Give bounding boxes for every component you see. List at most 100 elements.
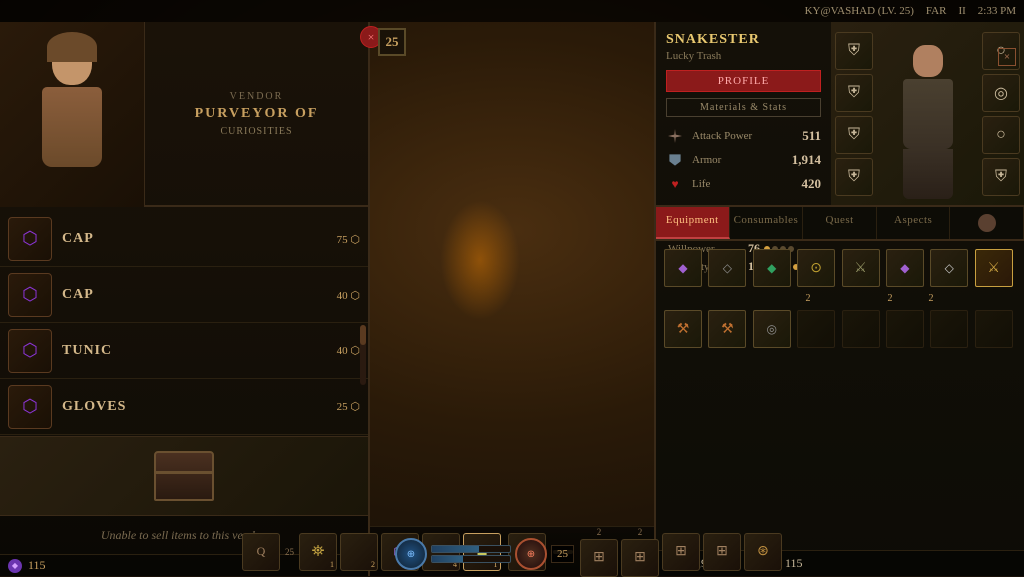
vendor-header: VENDOR PURVEYOR OF CURIOSITIES xyxy=(0,22,368,207)
char-figure xyxy=(878,45,978,205)
item-cost: 40 ⬡ xyxy=(337,286,360,304)
inventory-section: ◆ ◇ ◆ ⊙ ⚔ ◆ ◇ ⚔ 2 2 2 ⚒ ⚒ ◎ xyxy=(656,241,1024,550)
char-stats-section: SNAKESTER Lucky Trash PROFILE Materials … xyxy=(656,22,831,205)
armor-label: Armor xyxy=(692,154,784,166)
vendor-currency-value: 115 xyxy=(28,558,46,573)
inv-slot[interactable]: ⚔ xyxy=(975,249,1013,287)
action-slot-r2[interactable]: ⊞ xyxy=(621,539,659,577)
inv-slot[interactable] xyxy=(842,310,880,348)
item-icon: ⬡ xyxy=(8,273,52,317)
inv-slot[interactable] xyxy=(886,310,924,348)
scroll-indicator xyxy=(360,325,366,385)
inv-slot[interactable]: ⚒ xyxy=(708,310,746,348)
item-name: CAP xyxy=(62,287,337,303)
profile-button[interactable]: PROFILE xyxy=(666,70,821,92)
char-figure-body xyxy=(903,79,953,149)
inv-slot[interactable]: ⊙ xyxy=(797,249,835,287)
inventory-grid-row1: ◆ ◇ ◆ ⊙ ⚔ ◆ ◇ ⚔ xyxy=(664,249,1016,287)
player-info: KY@VASHAD (LV. 25) xyxy=(805,5,914,17)
armor-row: Armor 1,914 xyxy=(666,151,821,169)
inv-badges-row: 2 2 2 xyxy=(664,293,1016,304)
armor-icon xyxy=(666,151,684,169)
action-slot-r5[interactable]: ⊛ xyxy=(744,533,782,571)
tab-equipment[interactable]: Equipment xyxy=(656,207,730,239)
tab-extra-icon xyxy=(978,214,996,232)
materials-stats-button[interactable]: Materials & Stats xyxy=(666,98,821,117)
character-name: SNAKESTER xyxy=(666,32,821,48)
currency-icon: ◆ xyxy=(8,559,22,573)
life-label: Life xyxy=(692,178,794,190)
inv-slot[interactable]: ◇ xyxy=(708,249,746,287)
vendor-info: VENDOR PURVEYOR OF CURIOSITIES xyxy=(145,22,368,205)
inv-slot[interactable]: ⚔ xyxy=(842,249,880,287)
far-label: FAR xyxy=(926,5,947,17)
inv-slot[interactable]: ◆ xyxy=(886,249,924,287)
equip-slot-boots[interactable]: ⛨ xyxy=(835,158,873,196)
hud-level: 25 xyxy=(551,545,574,563)
life-icon: ♥ xyxy=(666,175,684,193)
tab-consumables[interactable]: Consumables xyxy=(730,207,804,239)
vendor-title: PURVEYOR OF xyxy=(195,106,319,122)
list-item[interactable]: ⬡ TUNIC 40 ⬡ xyxy=(0,323,368,379)
char-figure-legs xyxy=(903,149,953,199)
action-slot-2[interactable]: 2 xyxy=(340,533,378,571)
vendor-portrait xyxy=(0,22,145,207)
item-icon: ⬡ xyxy=(8,217,52,261)
vendor-panel: × VENDOR PURVEYOR OF CURIOSITIES ⬡ CAP 7… xyxy=(0,22,370,576)
inv-slot[interactable] xyxy=(930,310,968,348)
char-tabs: Equipment Consumables Quest Aspects xyxy=(656,207,1024,241)
attack-power-icon xyxy=(666,127,684,145)
char-portrait: ⛨ ⛨ ⛨ ⛨ ○ ◎ ○ ⛨ xyxy=(831,22,1024,205)
tab-quest[interactable]: Quest xyxy=(803,207,877,239)
character-panel: × SNAKESTER Lucky Trash PROFILE Material… xyxy=(654,22,1024,576)
chest-visual xyxy=(154,451,214,501)
vendor-head xyxy=(52,40,92,85)
tab-aspects[interactable]: Aspects xyxy=(877,207,951,239)
char-header: SNAKESTER Lucky Trash PROFILE Materials … xyxy=(656,22,1024,207)
item-cost: 75 ⬡ xyxy=(337,230,360,248)
bars-indicator: II xyxy=(958,5,965,17)
action-slot-q[interactable]: Q xyxy=(242,533,280,571)
inv-slot[interactable]: ◆ xyxy=(664,249,702,287)
list-item[interactable]: ⬡ CAP 40 ⬡ xyxy=(0,267,368,323)
equip-slot-helmet[interactable]: ⛨ xyxy=(835,32,873,70)
inv-slot[interactable]: ⚒ xyxy=(664,310,702,348)
action-slot-r1[interactable]: ⊞ xyxy=(580,539,618,577)
mana-orb: ⊕ xyxy=(515,538,547,570)
inv-slot[interactable] xyxy=(797,310,835,348)
equip-slot-chest[interactable]: ⛨ xyxy=(835,74,873,112)
scroll-thumb xyxy=(360,325,366,345)
equip-slot-amulet[interactable]: ◎ xyxy=(982,74,1020,112)
inv-slot[interactable]: ◆ xyxy=(753,249,791,287)
list-item[interactable]: ⬡ CAP 75 ⬡ xyxy=(0,211,368,267)
item-cost: 40 ⬡ xyxy=(337,344,360,357)
list-item[interactable]: ⬡ GLOVES 25 ⬡ xyxy=(0,379,368,435)
time-display: 2:33 PM xyxy=(978,5,1016,17)
vendor-figure xyxy=(27,40,117,190)
character-title: Lucky Trash xyxy=(666,50,821,62)
inventory-grid-row2: ⚒ ⚒ ◎ xyxy=(664,310,1016,348)
life-value: 420 xyxy=(802,176,822,192)
top-bar: KY@VASHAD (LV. 25) FAR II 2:33 PM xyxy=(0,0,1024,22)
char-close-button[interactable]: × xyxy=(998,48,1016,66)
tab-extra[interactable] xyxy=(950,207,1024,239)
shards-amount: 115 xyxy=(785,556,803,571)
equip-slot-ring2[interactable]: ○ xyxy=(982,116,1020,154)
equip-slot-offhand[interactable]: ⛨ xyxy=(982,158,1020,196)
char-figure-head xyxy=(913,45,943,77)
vendor-label: VENDOR xyxy=(230,91,284,102)
attack-power-label: Attack Power xyxy=(692,130,794,142)
inv-slot[interactable]: ◎ xyxy=(753,310,791,348)
item-icon: ⬡ xyxy=(8,329,52,373)
inv-slot[interactable]: ◇ xyxy=(930,249,968,287)
action-slot-r4[interactable]: ⊞ xyxy=(703,533,741,571)
equip-slot-gloves[interactable]: ⛨ xyxy=(835,116,873,154)
item-cost: 25 ⬡ xyxy=(337,400,360,413)
inv-slot[interactable] xyxy=(975,310,1013,348)
action-slot-r3[interactable]: ⊞ xyxy=(662,533,700,571)
mana-bar xyxy=(431,555,511,563)
item-name: TUNIC xyxy=(62,343,337,359)
item-name: CAP xyxy=(62,231,337,247)
armor-value: 1,914 xyxy=(792,152,821,168)
action-slot-1[interactable]: ⛯ 1 xyxy=(299,533,337,571)
